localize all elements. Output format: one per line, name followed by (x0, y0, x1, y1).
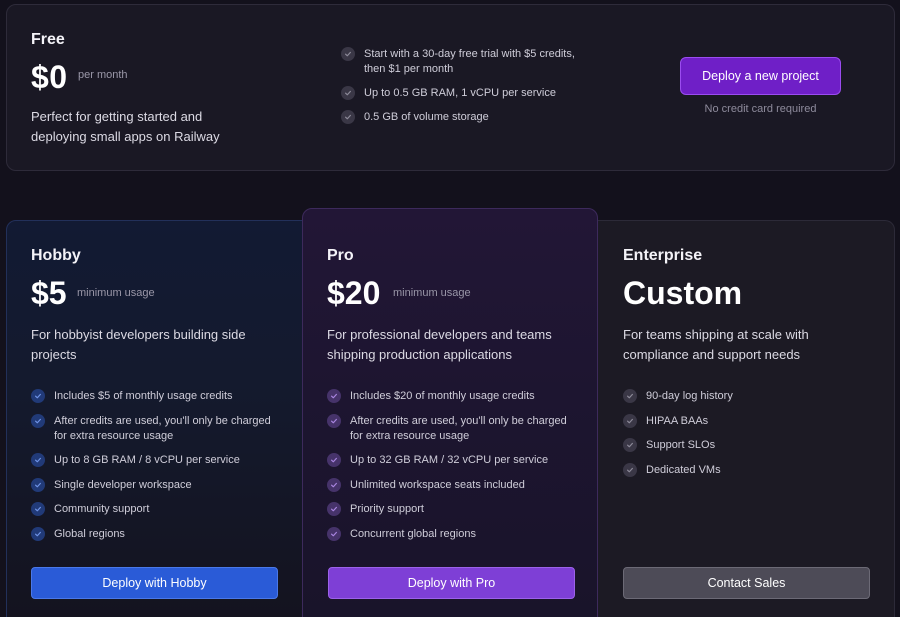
feature-item: Unlimited workspace seats included (327, 477, 577, 493)
feature-text: Global regions (54, 527, 125, 540)
feature-item: Up to 8 GB RAM / 8 vCPU per service (31, 453, 281, 468)
feature-item: Priority support (327, 502, 577, 517)
check-circle-icon (623, 462, 637, 477)
check-circle-icon (623, 438, 637, 452)
hobby-plan-card: Hobby $5 minimum usage For hobbyist deve… (6, 220, 303, 617)
check-circle-icon (623, 389, 637, 403)
plan-name: Pro (327, 247, 354, 264)
check-circle-icon (623, 413, 637, 428)
feature-text: Up to 32 GB RAM / 32 vCPU per service (350, 454, 549, 466)
check-circle-icon (31, 453, 45, 467)
feature-text: Up to 8 GB RAM / 8 vCPU per service (54, 454, 240, 466)
feature-text: Up to 0.5 GB RAM, 1 vCPU per service (364, 87, 556, 99)
plan-name: Hobby (31, 247, 81, 264)
feature-list: Includes $20 of monthly usage credits Af… (327, 389, 577, 551)
check-circle-icon (327, 453, 341, 467)
feature-item: Dedicated VMs (623, 462, 873, 478)
deploy-with-pro-button[interactable]: Deploy with Pro (328, 567, 575, 599)
deploy-with-hobby-button[interactable]: Deploy with Hobby (31, 567, 278, 599)
feature-text: Includes $20 of monthly usage credits (350, 390, 535, 402)
enterprise-plan-card: Enterprise Custom For teams shipping at … (597, 220, 895, 617)
feature-text: Priority support (350, 503, 424, 515)
check-circle-icon (31, 526, 45, 541)
check-circle-icon (327, 502, 341, 516)
contact-sales-button[interactable]: Contact Sales (623, 567, 870, 599)
feature-item: Includes $20 of monthly usage credits (327, 389, 577, 404)
check-circle-icon (341, 110, 355, 124)
feature-item: Up to 32 GB RAM / 32 vCPU per service (327, 453, 577, 468)
feature-list: Includes $5 of monthly usage credits Aft… (31, 389, 281, 551)
feature-text: Unlimited workspace seats included (350, 478, 525, 491)
feature-item: Up to 0.5 GB RAM, 1 vCPU per service (341, 86, 581, 101)
price-suffix: minimum usage (77, 287, 155, 299)
check-circle-icon (31, 413, 45, 428)
feature-text: After credits are used, you'll only be c… (54, 414, 271, 442)
pro-plan-card: Pro $20 minimum usage For professional d… (302, 208, 598, 617)
feature-item: Global regions (31, 526, 281, 542)
check-circle-icon (341, 47, 355, 61)
check-circle-icon (31, 389, 45, 403)
plan-price: Custom (623, 275, 743, 311)
feature-text: 0.5 GB of volume storage (364, 111, 489, 123)
feature-text: Includes $5 of monthly usage credits (54, 390, 233, 402)
feature-text: Support SLOs (646, 439, 716, 451)
feature-text: Dedicated VMs (646, 463, 721, 476)
no-credit-card-note: No credit card required (704, 103, 817, 115)
price-suffix: per month (78, 69, 128, 81)
feature-text: Start with a 30-day free trial with $5 c… (364, 48, 575, 75)
feature-text: 90-day log history (646, 390, 733, 402)
plan-description: For professional developers and teams sh… (327, 327, 552, 362)
price-suffix: minimum usage (393, 287, 471, 299)
deploy-new-project-button[interactable]: Deploy a new project (680, 57, 841, 95)
plan-description: For hobbyist developers building side pr… (31, 327, 246, 362)
check-circle-icon (31, 502, 45, 516)
feature-item: HIPAA BAAs (623, 413, 873, 429)
feature-item: Community support (31, 502, 281, 517)
plan-price: $5 (31, 275, 67, 311)
feature-item: Start with a 30-day free trial with $5 c… (341, 47, 581, 77)
check-circle-icon (31, 477, 45, 492)
plan-description: For teams shipping at scale with complia… (623, 327, 809, 362)
plan-price: $20 (327, 275, 381, 311)
feature-list: Start with a 30-day free trial with $5 c… (341, 47, 581, 134)
check-circle-icon (327, 389, 341, 403)
feature-item: 90-day log history (623, 389, 873, 404)
feature-list: 90-day log history HIPAA BAAs Support SL… (623, 389, 873, 487)
plan-name: Enterprise (623, 247, 703, 264)
feature-item: After credits are used, you'll only be c… (327, 413, 577, 444)
feature-text: HIPAA BAAs (646, 414, 709, 427)
feature-text: After credits are used, you'll only be c… (350, 414, 567, 442)
feature-item: Concurrent global regions (327, 526, 577, 542)
feature-item: Includes $5 of monthly usage credits (31, 389, 281, 404)
check-circle-icon (327, 526, 341, 541)
free-plan-card: Free $0 per month Perfect for getting st… (6, 4, 895, 171)
plan-name: Free (31, 31, 65, 48)
feature-item: After credits are used, you'll only be c… (31, 413, 281, 444)
check-circle-icon (341, 86, 355, 100)
check-circle-icon (327, 413, 341, 428)
plan-price: $0 (31, 59, 68, 95)
check-circle-icon (327, 477, 341, 492)
feature-item: Single developer workspace (31, 477, 281, 493)
feature-item: 0.5 GB of volume storage (341, 110, 581, 125)
feature-item: Support SLOs (623, 438, 873, 453)
feature-text: Community support (54, 503, 150, 515)
feature-text: Concurrent global regions (350, 527, 476, 540)
plan-description: Perfect for getting started and deployin… (31, 109, 220, 144)
feature-text: Single developer workspace (54, 478, 192, 491)
